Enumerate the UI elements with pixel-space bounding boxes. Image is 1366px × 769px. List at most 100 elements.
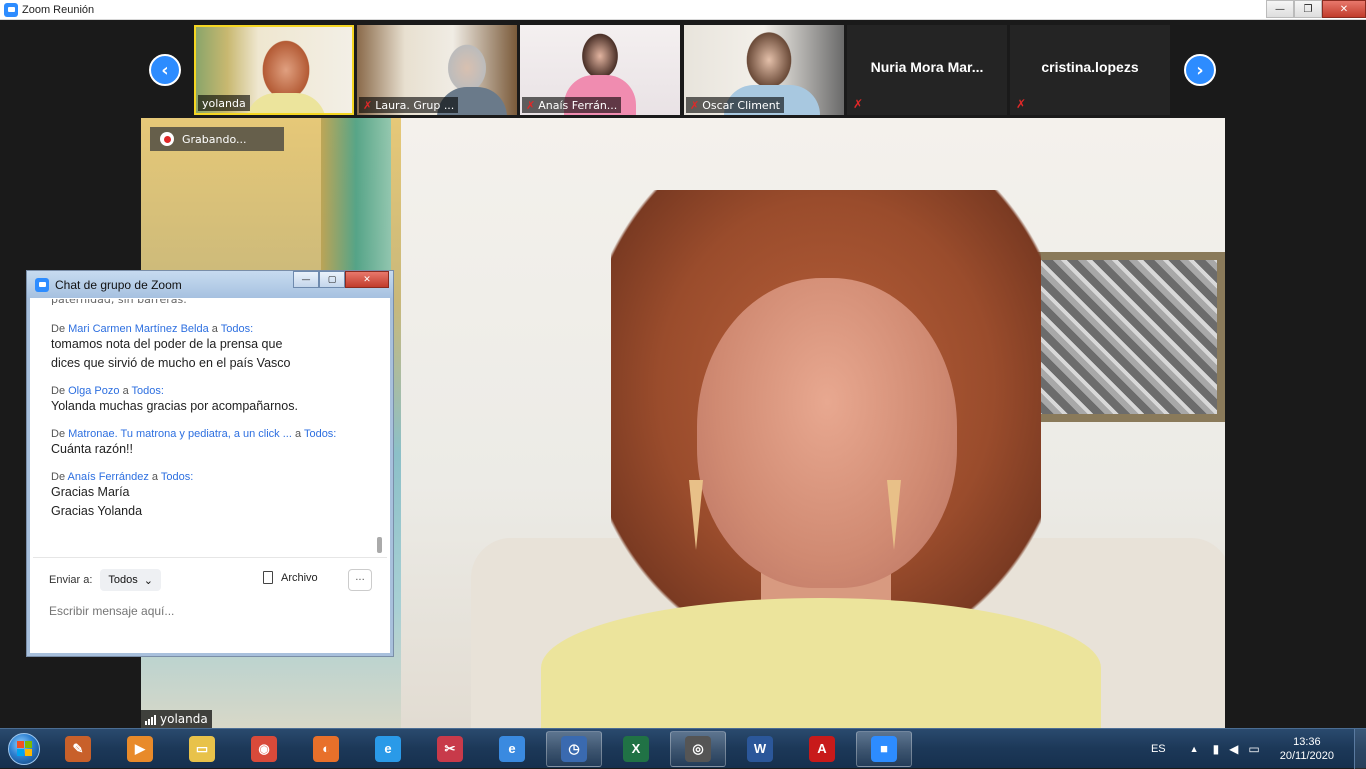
- chat-maximize-button[interactable]: ▢: [319, 271, 345, 288]
- taskbar-clock-app[interactable]: ◷: [546, 730, 602, 767]
- muted-mic-icon: ✗: [526, 98, 536, 112]
- more-options-button[interactable]: ···: [348, 569, 372, 591]
- chevron-down-icon: ⌄: [143, 574, 153, 587]
- record-icon: [160, 132, 174, 146]
- chat-body: paternidad, sin barreras. De Mari Carmen…: [33, 299, 387, 653]
- show-desktop-button[interactable]: [1354, 729, 1366, 769]
- file-button[interactable]: Archivo: [263, 571, 318, 584]
- muted-mic-icon: ✗: [853, 97, 864, 111]
- chat-message: De Anaís Ferrández a Todos: Gracias Marí…: [51, 471, 373, 521]
- pencil-icon: ✎: [65, 735, 91, 762]
- recipient-dropdown[interactable]: Todos ⌄: [100, 569, 161, 591]
- chat-close-button[interactable]: ✕: [345, 271, 389, 288]
- message-sender: De Mari Carmen Martínez Belda a Todos:: [51, 323, 254, 335]
- chat-titlebar[interactable]: Chat de grupo de Zoom — ▢ ✕: [27, 271, 393, 298]
- send-to-label: Enviar a:: [49, 574, 93, 586]
- taskbar-chrome[interactable]: ◉: [236, 731, 292, 767]
- taskbar-word[interactable]: W: [732, 731, 788, 767]
- taskbar-acrobat[interactable]: A: [794, 731, 850, 767]
- windows-logo-icon: [8, 732, 40, 765]
- network-icon[interactable]: ▮: [1213, 742, 1220, 756]
- sender-name[interactable]: Mari Carmen Martínez Belda: [68, 323, 209, 335]
- zoom-icon: ■: [871, 735, 897, 762]
- sender-name[interactable]: Matronae. Tu matrona y pediatra, a un cl…: [68, 428, 292, 440]
- participant-video: [744, 29, 794, 91]
- recording-label: Grabando...: [182, 132, 247, 146]
- window-controls: — ❐ ✕: [1266, 0, 1366, 18]
- chat-scrollbar-thumb[interactable]: [377, 537, 382, 553]
- internet-explorer-icon: e: [499, 735, 525, 762]
- message-sender: De Olga Pozo a Todos:: [51, 385, 164, 397]
- acrobat-icon: A: [809, 735, 835, 762]
- taskbar-media-player[interactable]: ▶: [112, 731, 168, 767]
- wall-painting-canvas: [1017, 260, 1217, 414]
- recording-indicator[interactable]: Grabando...: [150, 127, 284, 151]
- next-page-button[interactable]: ›: [1184, 54, 1216, 86]
- clock-time: 13:36: [1293, 736, 1321, 748]
- chat-title: Chat de grupo de Zoom: [55, 277, 182, 292]
- zoom-app-icon: [4, 2, 18, 17]
- message-text: Gracias Yolanda: [51, 504, 143, 518]
- volume-icon[interactable]: ◀: [1229, 742, 1238, 756]
- sender-name[interactable]: Olga Pozo: [68, 385, 119, 397]
- edge-icon: e: [375, 735, 401, 762]
- participant-name-label: Nuria Mora Mar...: [870, 59, 984, 75]
- recipient-name[interactable]: Todos:: [221, 323, 253, 335]
- chevron-right-icon: ›: [1196, 59, 1204, 81]
- minimize-button[interactable]: —: [1266, 0, 1294, 18]
- zoom-app-icon: [35, 277, 49, 292]
- message-text: Yolanda muchas gracias por acompañarnos.: [51, 399, 298, 413]
- close-button[interactable]: ✕: [1322, 0, 1366, 18]
- participant-thumbnail[interactable]: ✗ Anaís Ferrán...: [520, 25, 680, 115]
- participant-thumbnail[interactable]: ✗ Laura. Grup ...: [357, 25, 517, 115]
- recipient-name[interactable]: Todos:: [304, 428, 336, 440]
- windows-taskbar: ✎ ▶ ▭ ◉ ◐ e ✂ e ◷ X ◎ W A ■ ES ▲ ▮ ◀ ▭ 1…: [0, 728, 1366, 769]
- chat-message: De Mari Carmen Martínez Belda a Todos: t…: [51, 323, 373, 373]
- excel-icon: X: [623, 735, 649, 762]
- maximize-button[interactable]: ❐: [1294, 0, 1322, 18]
- start-button[interactable]: [4, 729, 44, 769]
- taskbar-camera[interactable]: ◎: [670, 730, 726, 767]
- speaker-name-label: yolanda: [141, 710, 212, 728]
- participant-thumbnail[interactable]: ✗ Oscar Climent: [684, 25, 844, 115]
- chrome-icon: ◉: [251, 735, 277, 762]
- participant-name-label: ✗ Anaís Ferrán...: [522, 97, 622, 113]
- system-tray: ES ▲ ▮ ◀ ▭ 13:36 20/11/2020: [1151, 729, 1366, 769]
- chevron-left-icon: ‹: [161, 59, 169, 81]
- taskbar-file-explorer[interactable]: ▭: [174, 731, 230, 767]
- media-player-icon: ▶: [127, 735, 153, 762]
- system-clock[interactable]: 13:36 20/11/2020: [1280, 735, 1334, 763]
- recipient-name[interactable]: Todos:: [161, 471, 193, 483]
- sender-name[interactable]: Anaís Ferrández: [68, 471, 149, 483]
- taskbar-excel[interactable]: X: [608, 731, 664, 767]
- taskbar-edge[interactable]: e: [360, 731, 416, 767]
- show-hidden-icons-button[interactable]: ▲: [1190, 744, 1199, 754]
- message-text: Gracias María: [51, 485, 130, 499]
- recipient-name[interactable]: Todos:: [132, 385, 164, 397]
- taskbar-zoom[interactable]: ■: [856, 730, 912, 767]
- taskbar-internet-explorer[interactable]: e: [484, 731, 540, 767]
- message-text: Cuánta razón!!: [51, 442, 133, 456]
- prev-page-button[interactable]: ‹: [149, 54, 181, 86]
- taskbar-snipping-tool[interactable]: ✂: [422, 731, 478, 767]
- chat-toolbar: Enviar a: Todos ⌄ Archivo ···: [33, 567, 387, 593]
- clock-icon: ◷: [561, 735, 587, 762]
- participant-video: [580, 31, 620, 81]
- participant-thumbnail[interactable]: yolanda: [194, 25, 354, 115]
- chat-scrollbar[interactable]: [375, 299, 383, 557]
- chat-messages[interactable]: paternidad, sin barreras. De Mari Carmen…: [33, 299, 373, 557]
- participant-thumbnail[interactable]: cristina.lopezs ✗: [1010, 25, 1170, 115]
- chat-message-input[interactable]: [49, 601, 369, 621]
- participant-name-label: ✗ Oscar Climent: [686, 97, 784, 113]
- battery-icon[interactable]: ▭: [1248, 742, 1259, 756]
- group-chat-window: Chat de grupo de Zoom — ▢ ✕ paternidad, …: [26, 270, 394, 657]
- taskbar-pencil[interactable]: ✎: [50, 731, 106, 767]
- taskbar-firefox[interactable]: ◐: [298, 731, 354, 767]
- participant-thumbnail[interactable]: Nuria Mora Mar... ✗: [847, 25, 1007, 115]
- message-sender: De Anaís Ferrández a Todos:: [51, 471, 194, 483]
- firefox-icon: ◐: [313, 735, 339, 762]
- message-text: dices que sirvió de mucho en el país Vas…: [51, 356, 291, 370]
- participant-name-label: yolanda: [198, 95, 250, 111]
- chat-minimize-button[interactable]: —: [293, 271, 319, 288]
- language-indicator[interactable]: ES: [1151, 743, 1166, 755]
